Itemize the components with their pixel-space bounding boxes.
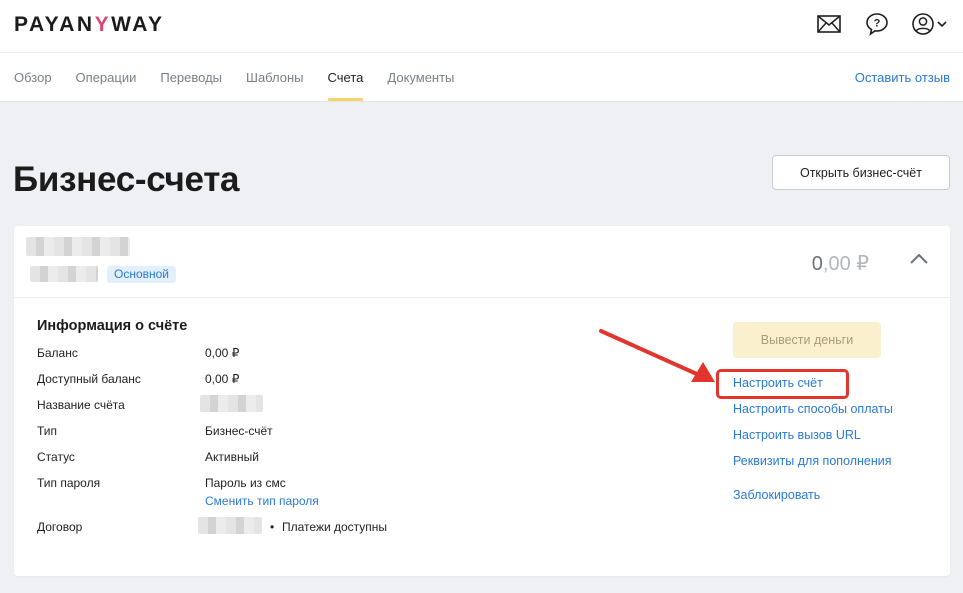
payments-available-text: Платежи доступны bbox=[282, 520, 388, 534]
change-password-type-link[interactable]: Сменить тип пароля bbox=[205, 494, 319, 508]
value-status: Активный bbox=[205, 450, 259, 464]
top-header: PAYANYWAY ? Обзор Операции Переводы Шабл… bbox=[0, 0, 963, 102]
logo-text-1: PAYAN bbox=[14, 13, 95, 36]
label-account-name: Название счёта bbox=[37, 398, 125, 412]
svg-text:?: ? bbox=[874, 18, 881, 30]
configure-account-link[interactable]: Настроить счёт bbox=[733, 376, 823, 390]
tab-transfers[interactable]: Переводы bbox=[160, 70, 222, 86]
block-account-link[interactable]: Заблокировать bbox=[733, 488, 820, 502]
label-available-balance: Доступный баланс bbox=[37, 372, 141, 386]
logo-text-2: Y bbox=[94, 13, 112, 36]
logo[interactable]: PAYANYWAY bbox=[14, 13, 165, 37]
bullet-separator: • bbox=[270, 520, 275, 534]
logo-text-3: WAY bbox=[111, 13, 165, 36]
balance-integer: 0 bbox=[811, 253, 823, 275]
balance-fraction: ,00 ₽ bbox=[822, 253, 869, 275]
chevron-up-icon[interactable] bbox=[910, 252, 928, 266]
label-type: Тип bbox=[37, 424, 58, 438]
account-name-value-redacted bbox=[200, 395, 263, 412]
label-status: Статус bbox=[37, 450, 75, 464]
card-divider bbox=[14, 297, 950, 298]
configure-url-callback-link[interactable]: Настроить вызов URL bbox=[733, 428, 861, 442]
tab-overview[interactable]: Обзор bbox=[14, 70, 52, 86]
status-badge: Основной bbox=[107, 266, 177, 283]
page-title: Бизнес-счета bbox=[13, 160, 240, 199]
help-icon[interactable]: ? bbox=[864, 11, 890, 37]
account-info-title: Информация о счёте bbox=[37, 318, 188, 334]
tab-documents[interactable]: Документы bbox=[387, 70, 454, 86]
configure-payment-methods-link[interactable]: Настроить способы оплаты bbox=[733, 402, 893, 416]
tab-operations[interactable]: Операции bbox=[76, 70, 137, 86]
header-divider bbox=[0, 52, 963, 53]
label-password-type: Тип пароля bbox=[37, 476, 101, 490]
label-balance: Баланс bbox=[37, 346, 78, 360]
mail-icon[interactable] bbox=[816, 11, 842, 37]
account-balance: 0,00 ₽ bbox=[812, 251, 869, 276]
account-card: Основной 0,00 ₽ Информация о счёте Балан… bbox=[14, 226, 950, 576]
tab-templates[interactable]: Шаблоны bbox=[246, 70, 304, 86]
label-contract: Договор bbox=[37, 520, 83, 534]
value-available-balance: 0,00 ₽ bbox=[205, 372, 240, 386]
account-number-redacted bbox=[26, 237, 130, 256]
tab-accounts[interactable]: Счета bbox=[327, 70, 363, 101]
contract-number-redacted bbox=[198, 517, 262, 534]
value-type: Бизнес-счёт bbox=[205, 424, 273, 438]
value-password-type: Пароль из смс bbox=[205, 476, 286, 490]
value-balance: 0,00 ₽ bbox=[205, 346, 240, 360]
user-icon[interactable] bbox=[910, 11, 950, 37]
main-nav: Обзор Операции Переводы Шаблоны Счета До… bbox=[14, 70, 478, 101]
account-name-redacted bbox=[30, 266, 98, 282]
withdraw-button[interactable]: Вывести деньги bbox=[733, 322, 881, 358]
top-up-details-link[interactable]: Реквизиты для пополнения bbox=[733, 454, 892, 468]
open-business-account-button[interactable]: Открыть бизнес-счёт bbox=[772, 155, 950, 190]
feedback-link[interactable]: Оставить отзыв bbox=[855, 70, 950, 86]
